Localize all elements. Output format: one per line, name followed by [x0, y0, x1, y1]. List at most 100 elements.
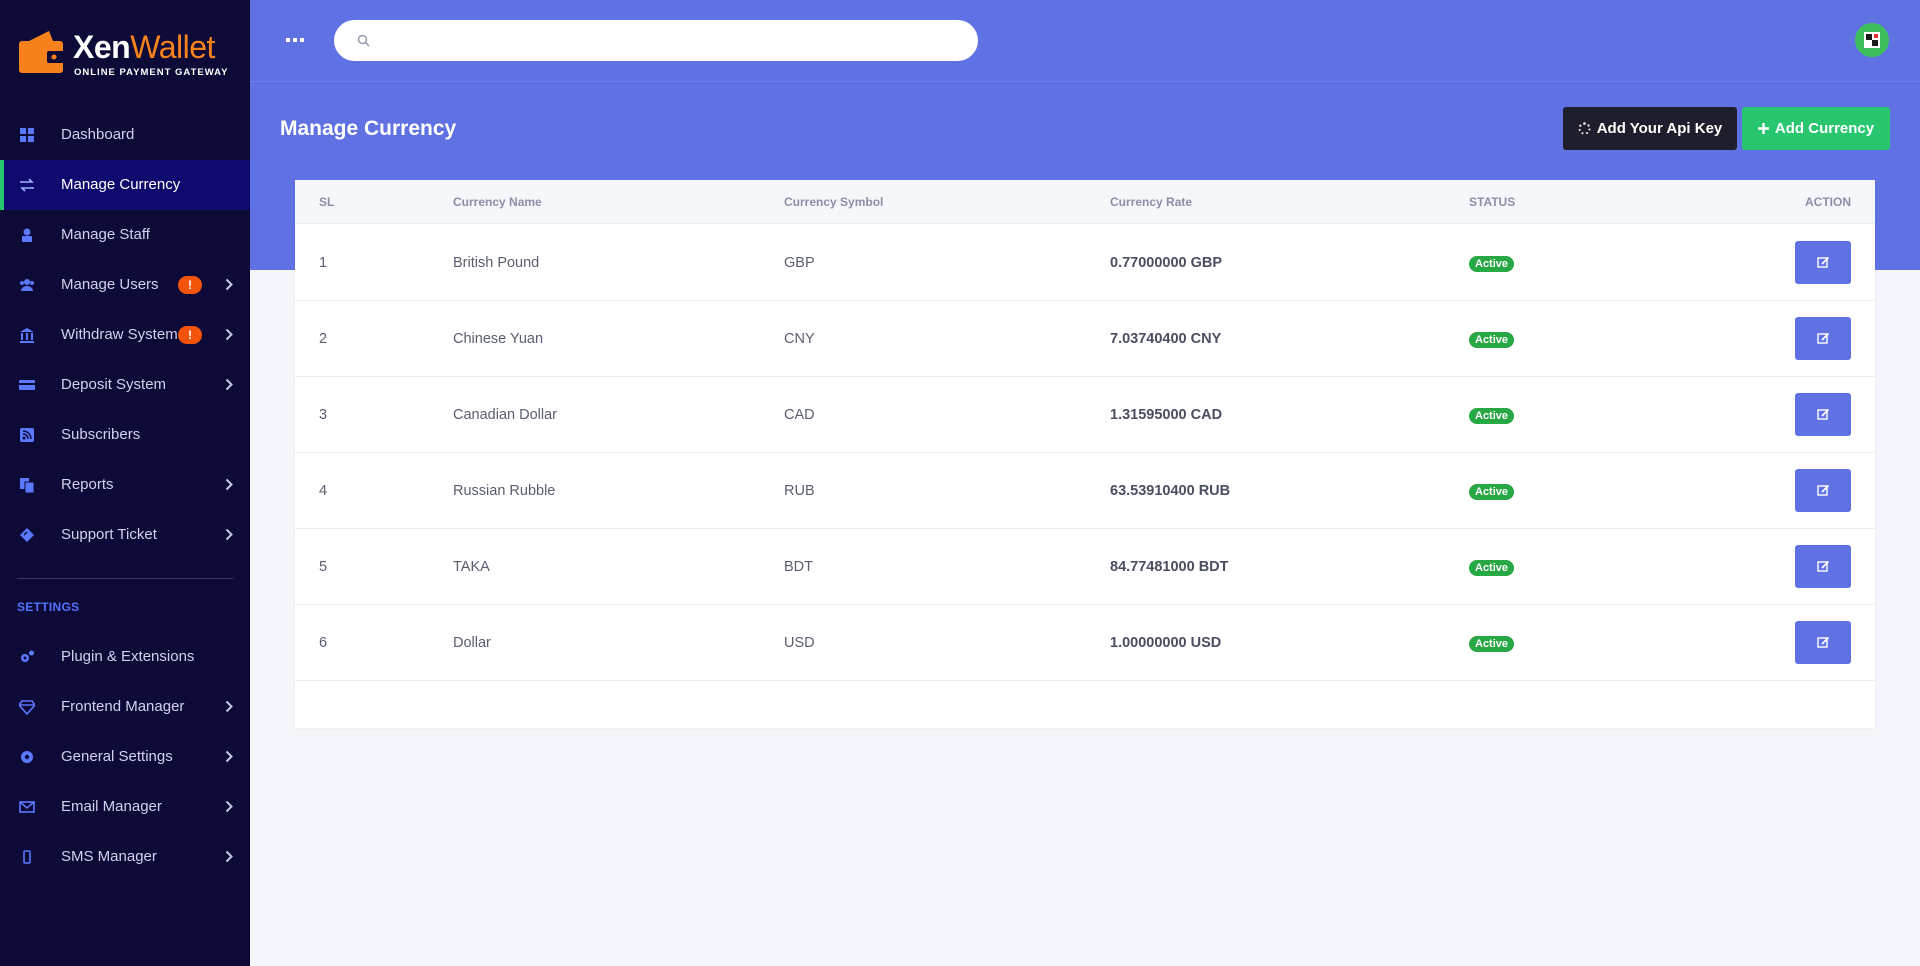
sidebar-item-deposit-system[interactable]: Deposit System: [0, 360, 250, 410]
column-header-currency-symbol: Currency Symbol: [784, 195, 884, 209]
cell-currency-name: British Pound: [453, 255, 540, 271]
cell-currency-symbol: RUB: [784, 483, 815, 499]
chevron-right-icon: [225, 528, 233, 541]
sidebar-item-plugin-extensions[interactable]: Plugin & Extensions: [0, 632, 250, 682]
user-lock-icon: [22, 228, 32, 242]
cogs-icon: [21, 650, 34, 662]
sidebar-item-manage-currency[interactable]: Manage Currency: [0, 160, 250, 210]
column-header-status: STATUS: [1469, 195, 1516, 209]
sidebar-item-label: Deposit System: [61, 376, 167, 393]
cell-sl: 4: [319, 483, 328, 499]
alert-badge: !: [178, 276, 202, 294]
chevron-right-icon: [225, 700, 233, 713]
cell-currency-rate: 0.77000000 GBP: [1110, 255, 1223, 271]
search-input[interactable]: [380, 20, 960, 61]
status-badge: Active: [1469, 256, 1515, 272]
spinner-icon: [1578, 122, 1591, 135]
cell-currency-name: TAKA: [453, 559, 490, 575]
status-badge: Active: [1469, 408, 1515, 424]
menu-toggle-icon[interactable]: [286, 33, 304, 47]
chevron-right-icon: [225, 378, 233, 391]
sidebar-item-label: Frontend Manager: [61, 698, 185, 715]
sidebar-item-label: Dashboard: [61, 126, 135, 143]
status-badge: Active: [1469, 484, 1515, 500]
cell-currency-symbol: USD: [784, 635, 815, 651]
copy-icon: [20, 478, 35, 493]
table-row: 2 Chinese Yuan CNY 7.03740400 CNY Active: [295, 301, 1875, 377]
add-currency-button[interactable]: Add Currency: [1742, 107, 1890, 150]
chevron-right-icon: [225, 278, 233, 291]
envelope-icon: [19, 801, 35, 813]
edit-icon: [1816, 256, 1829, 268]
edit-icon: [1816, 408, 1829, 420]
edit-icon: [1816, 332, 1829, 344]
sidebar-item-label: Manage Users: [61, 276, 159, 293]
avatar[interactable]: [1855, 23, 1889, 57]
sidebar-item-label: Support Ticket: [61, 526, 157, 543]
search-bar: [334, 20, 978, 61]
brand-tagline: ONLINE PAYMENT GATEWAY: [74, 67, 229, 78]
sidebar-item-manage-users[interactable]: Manage Users !: [0, 260, 250, 310]
edit-icon: [1816, 636, 1829, 648]
cell-currency-rate: 1.00000000 USD: [1110, 635, 1222, 651]
cell-currency-name: Russian Rubble: [453, 483, 556, 499]
cog-icon: [21, 751, 33, 763]
sidebar-item-sms-manager[interactable]: SMS Manager: [0, 832, 250, 882]
cell-sl: 1: [319, 255, 328, 271]
sidebar-item-dashboard[interactable]: Dashboard: [0, 110, 250, 160]
diamond-icon: [19, 700, 35, 715]
edit-button[interactable]: [1795, 469, 1851, 512]
settings-nav: Plugin & Extensions Frontend Manager Gen…: [0, 632, 250, 882]
status-badge: Active: [1469, 332, 1515, 348]
sidebar-item-label: SMS Manager: [61, 848, 157, 865]
cell-sl: 5: [319, 559, 328, 575]
sidebar-item-reports[interactable]: Reports: [0, 460, 250, 510]
table-row: 4 Russian Rubble RUB 63.53910400 RUB Act…: [295, 453, 1875, 529]
sidebar-item-label: Plugin & Extensions: [61, 648, 195, 665]
plus-icon: [1757, 123, 1769, 134]
alert-badge: !: [178, 326, 202, 344]
exchange-icon: [20, 178, 34, 192]
sidebar-item-label: Withdraw System: [61, 326, 178, 343]
add-currency-label: Add Currency: [1774, 120, 1875, 137]
cell-currency-symbol: BDT: [784, 559, 813, 575]
sidebar-item-email-manager[interactable]: Email Manager: [0, 782, 250, 832]
sidebar-item-frontend-manager[interactable]: Frontend Manager: [0, 682, 250, 732]
sidebar: XenWallet ONLINE PAYMENT GATEWAY Dashboa…: [0, 0, 250, 966]
sidebar-item-label: Manage Staff: [61, 226, 150, 243]
logo[interactable]: XenWallet ONLINE PAYMENT GATEWAY: [19, 27, 239, 79]
sidebar-item-support-ticket[interactable]: Support Ticket: [0, 510, 250, 560]
mobile-icon: [23, 850, 31, 864]
edit-button[interactable]: [1795, 393, 1851, 436]
cell-currency-name: Canadian Dollar: [453, 407, 557, 423]
edit-button[interactable]: [1795, 317, 1851, 360]
cell-currency-rate: 1.31595000 CAD: [1110, 407, 1223, 423]
sidebar-item-label: Email Manager: [61, 798, 162, 815]
sidebar-item-withdraw-system[interactable]: Withdraw System !: [0, 310, 250, 360]
cell-sl: 3: [319, 407, 328, 423]
sidebar-nav: Dashboard Manage Currency Manage Staff M…: [0, 110, 250, 560]
table-row: 5 TAKA BDT 84.77481000 BDT Active: [295, 529, 1875, 605]
sidebar-item-manage-staff[interactable]: Manage Staff: [0, 210, 250, 260]
sidebar-item-subscribers[interactable]: Subscribers: [0, 410, 250, 460]
cell-currency-rate: 63.53910400 RUB: [1110, 483, 1231, 499]
chevron-right-icon: [225, 328, 233, 341]
chevron-right-icon: [225, 850, 233, 863]
sidebar-item-label: Subscribers: [61, 426, 141, 443]
sidebar-divider: [17, 578, 233, 579]
edit-button[interactable]: [1795, 621, 1851, 664]
edit-icon: [1816, 484, 1829, 496]
cell-currency-rate: 84.77481000 BDT: [1110, 559, 1229, 575]
edit-button[interactable]: [1795, 545, 1851, 588]
table-header: SL Currency Name Currency Symbol Currenc…: [295, 180, 1875, 224]
edit-button[interactable]: [1795, 241, 1851, 284]
currency-table: SL Currency Name Currency Symbol Currenc…: [295, 180, 1875, 728]
settings-heading: SETTINGS: [17, 600, 80, 614]
sidebar-item-general-settings[interactable]: General Settings: [0, 732, 250, 782]
users-icon: [20, 279, 34, 291]
table-row: 1 British Pound GBP 0.77000000 GBP Activ…: [295, 225, 1875, 301]
search-icon: [357, 34, 370, 47]
add-api-key-button[interactable]: Add Your Api Key: [1563, 107, 1737, 150]
chevron-right-icon: [225, 478, 233, 491]
cell-currency-name: Dollar: [453, 635, 491, 651]
